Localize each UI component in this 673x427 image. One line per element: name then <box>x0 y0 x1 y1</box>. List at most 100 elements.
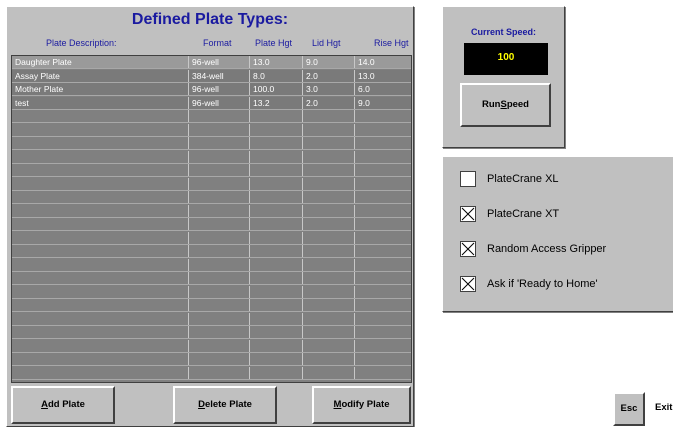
table-cell <box>250 312 303 325</box>
table-cell <box>189 299 250 311</box>
table-cell <box>250 204 303 217</box>
table-cell: Mother Plate <box>12 83 189 95</box>
table-cell <box>303 150 355 163</box>
table-cell <box>189 123 250 136</box>
table-cell <box>189 353 250 365</box>
table-row[interactable] <box>12 218 411 231</box>
table-cell <box>355 286 411 298</box>
table-cell <box>189 326 250 338</box>
table-cell <box>189 204 250 217</box>
table-row[interactable] <box>12 312 411 326</box>
delete-plate-button[interactable]: Delete Plate <box>173 386 277 424</box>
add-plate-button[interactable]: Add Plate <box>11 386 115 424</box>
table-row[interactable] <box>12 326 411 339</box>
table-cell <box>12 110 189 122</box>
table-cell <box>189 137 250 149</box>
table-cell <box>12 285 189 298</box>
panel-title: Defined Plate Types: <box>131 11 289 28</box>
options-panel: PlateCrane XL PlateCrane XT Random Acces… <box>442 156 673 312</box>
table-cell <box>303 123 355 136</box>
table-row[interactable] <box>12 366 411 380</box>
table-row[interactable]: Mother Plate 96-well 100.0 3.0 6.0 <box>12 83 411 96</box>
table-cell <box>355 272 411 284</box>
table-cell <box>250 353 303 365</box>
x-mark-icon <box>461 207 475 221</box>
table-cell <box>355 299 411 311</box>
x-mark-icon <box>461 242 475 256</box>
x-mark-icon <box>461 277 475 291</box>
table-cell <box>250 339 303 352</box>
table-cell <box>303 164 355 176</box>
table-cell <box>355 205 411 217</box>
table-cell <box>250 326 303 338</box>
table-row[interactable]: test 96-well 13.2 2.0 9.0 <box>12 96 411 110</box>
column-header-rise-height: Rise Hgt <box>374 38 409 48</box>
table-row[interactable]: Assay Plate 384-well 8.0 2.0 13.0 <box>12 69 411 83</box>
plate-table[interactable]: Daughter Plate 96-well 13.0 9.0 14.0 Assay Pl… <box>11 55 412 383</box>
table-row[interactable] <box>12 231 411 245</box>
table-cell: 14.0 <box>358 57 375 67</box>
table-cell <box>250 366 303 379</box>
table-row[interactable] <box>12 164 411 177</box>
table-cell <box>250 110 303 122</box>
table-cell <box>189 110 250 122</box>
table-cell <box>12 123 189 136</box>
table-cell <box>355 218 411 230</box>
table-cell <box>355 110 411 122</box>
table-row[interactable] <box>12 245 411 258</box>
table-row[interactable] <box>12 150 411 164</box>
checkbox[interactable] <box>460 276 476 292</box>
column-header-plate-height: Plate Hgt <box>255 38 293 48</box>
table-cell: 2.0 <box>303 69 355 82</box>
table-cell <box>355 367 411 379</box>
table-cell: 9.0 <box>358 97 370 108</box>
table-cell <box>12 272 189 284</box>
table-cell <box>250 245 303 257</box>
table-cell <box>189 218 250 230</box>
checkbox[interactable] <box>460 206 476 222</box>
table-row[interactable] <box>12 177 411 191</box>
table-cell <box>12 326 189 338</box>
table-cell <box>355 164 411 176</box>
table-cell <box>250 150 303 163</box>
table-row[interactable] <box>12 285 411 299</box>
table-cell <box>303 353 355 365</box>
table-cell <box>12 191 189 203</box>
table-row[interactable] <box>12 191 411 204</box>
table-cell <box>250 272 303 284</box>
esc-button[interactable]: Esc <box>613 392 645 426</box>
table-cell <box>189 245 250 257</box>
table-row[interactable] <box>12 272 411 285</box>
table-row[interactable] <box>12 123 411 137</box>
table-row[interactable]: Daughter Plate 96-well 13.0 9.0 14.0 <box>12 56 411 69</box>
modify-plate-button[interactable]: Modify Plate <box>312 386 411 424</box>
table-row[interactable] <box>12 258 411 272</box>
table-cell <box>189 231 250 244</box>
checkbox[interactable] <box>460 241 476 257</box>
table-cell <box>12 353 189 365</box>
table-cell <box>12 299 189 311</box>
table-row[interactable] <box>12 339 411 353</box>
table-cell <box>12 258 189 271</box>
table-cell <box>303 258 355 271</box>
table-cell <box>355 245 411 257</box>
table-cell <box>189 258 250 271</box>
table-row[interactable] <box>12 353 411 366</box>
table-cell <box>303 312 355 325</box>
table-cell: 8.0 <box>250 69 303 82</box>
table-cell <box>12 177 189 190</box>
table-cell <box>189 191 250 203</box>
column-header-lid-height: Lid Hgt <box>312 38 341 48</box>
table-cell: 13.0 <box>358 70 375 81</box>
table-cell <box>250 218 303 230</box>
table-row[interactable] <box>12 110 411 123</box>
table-cell <box>250 191 303 203</box>
table-row[interactable] <box>12 137 411 150</box>
table-cell: 96-well <box>189 56 250 68</box>
table-row[interactable] <box>12 204 411 218</box>
checkbox[interactable] <box>460 171 476 187</box>
table-row[interactable] <box>12 299 411 312</box>
table-cell: 96-well <box>189 83 250 95</box>
table-cell <box>355 313 411 325</box>
run-speed-button[interactable]: Run Speed <box>460 83 551 127</box>
